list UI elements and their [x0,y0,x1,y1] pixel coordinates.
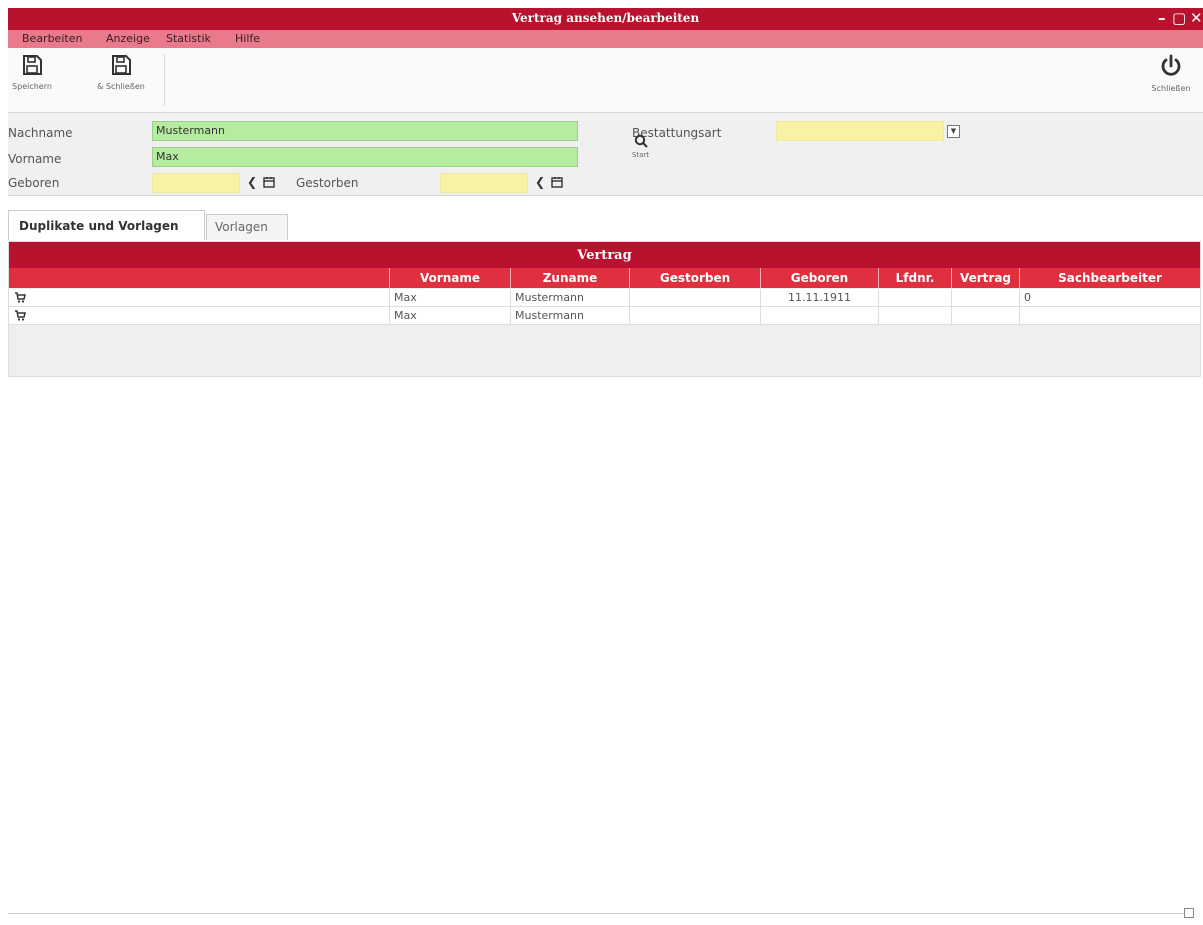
table-row[interactable]: Max Mustermann [9,307,1200,325]
nachname-field[interactable]: Mustermann [152,121,578,141]
col-header-lfdnr[interactable]: Lfdnr. [878,268,951,288]
menu-statistik[interactable]: Statistik [166,32,211,45]
vorname-label: Vorname [8,152,62,166]
maximize-icon[interactable]: ▢ [1172,9,1186,27]
power-icon [1161,54,1181,76]
col-header-vertrag[interactable]: Vertrag [951,268,1019,288]
save-and-close-label: & Schließen [97,82,145,91]
minimize-icon[interactable]: – [1158,9,1166,27]
col-header-vorname[interactable]: Vorname [389,268,510,288]
menu-hilfe[interactable]: Hilfe [235,32,260,45]
table-row[interactable]: Max Mustermann 11.11.1911 0 [9,289,1200,307]
cell-gestorben [629,289,760,306]
geboren-label: Geboren [8,176,60,190]
gestorben-date-field[interactable] [440,173,528,193]
bestattungsart-select[interactable] [776,121,944,141]
col-header-gestorben[interactable]: Gestorben [629,268,760,288]
table-header-row: Vorname Zuname Gestorben Geboren Lfdnr. … [9,268,1200,288]
results-table: Vertrag Vorname Zuname Gestorben Geboren… [8,241,1201,377]
search-icon [634,134,648,148]
cell-lfdnr [878,289,951,306]
cell-vertrag [951,289,1019,306]
chevron-left-icon[interactable]: ❮ [247,175,257,189]
close-window-icon[interactable]: ✕ [1190,9,1203,27]
cell-lfdnr [878,307,951,324]
floppy-disk-icon [112,55,131,75]
geboren-date-field[interactable] [152,173,240,193]
cart-icon [15,292,26,303]
gestorben-label: Gestorben [296,176,359,190]
chevron-left-icon[interactable]: ❮ [535,175,545,189]
menu-bar: Bearbeiten Anzeige Statistik Hilfe [8,30,1203,48]
toolbar: Speichern & Schließen Schließen [8,48,1203,113]
window-title: Vertrag ansehen/bearbeiten [511,11,700,25]
toolbar-divider [164,54,165,106]
close-button[interactable]: Schließen [1143,54,1199,93]
status-bar-divider [8,913,1188,914]
col-header-icon[interactable] [9,268,389,288]
menu-anzeige[interactable]: Anzeige [106,32,150,45]
resize-grip-icon[interactable] [1184,908,1194,918]
cell-geboren [760,307,878,324]
save-and-close-button[interactable]: & Schließen [91,54,151,91]
dropdown-arrow-icon[interactable]: ▼ [947,125,960,138]
col-header-zuname[interactable]: Zuname [510,268,629,288]
close-label: Schließen [1151,84,1191,93]
cell-sachbearbeiter [1019,307,1200,324]
vorname-field[interactable]: Max [152,147,578,167]
cell-vorname: Max [389,307,510,324]
save-button[interactable]: Speichern [11,54,53,91]
tab-vorlagen[interactable]: Vorlagen [206,214,288,240]
col-header-geboren[interactable]: Geboren [760,268,878,288]
calendar-icon[interactable] [551,176,563,188]
start-label: Start [632,151,650,159]
calendar-icon[interactable] [263,176,275,188]
tab-duplikate-und-vorlagen[interactable]: Duplikate und Vorlagen [8,210,205,240]
window-titlebar: Vertrag ansehen/bearbeiten – ▢ ✕ [8,8,1203,30]
menu-bearbeiten[interactable]: Bearbeiten [22,32,82,45]
cell-zuname: Mustermann [510,307,629,324]
cell-vertrag [951,307,1019,324]
cell-gestorben [629,307,760,324]
table-title: Vertrag [9,242,1200,268]
cell-zuname: Mustermann [510,289,629,306]
start-search-button[interactable]: Start [632,134,649,159]
save-label: Speichern [12,82,52,91]
cell-vorname: Max [389,289,510,306]
floppy-disk-icon [23,55,42,75]
cell-sachbearbeiter: 0 [1019,289,1200,306]
cell-geboren: 11.11.1911 [760,289,878,306]
nachname-label: Nachname [8,126,73,140]
cart-icon [15,310,26,321]
col-header-sachbearbeiter[interactable]: Sachbearbeiter [1019,268,1200,288]
